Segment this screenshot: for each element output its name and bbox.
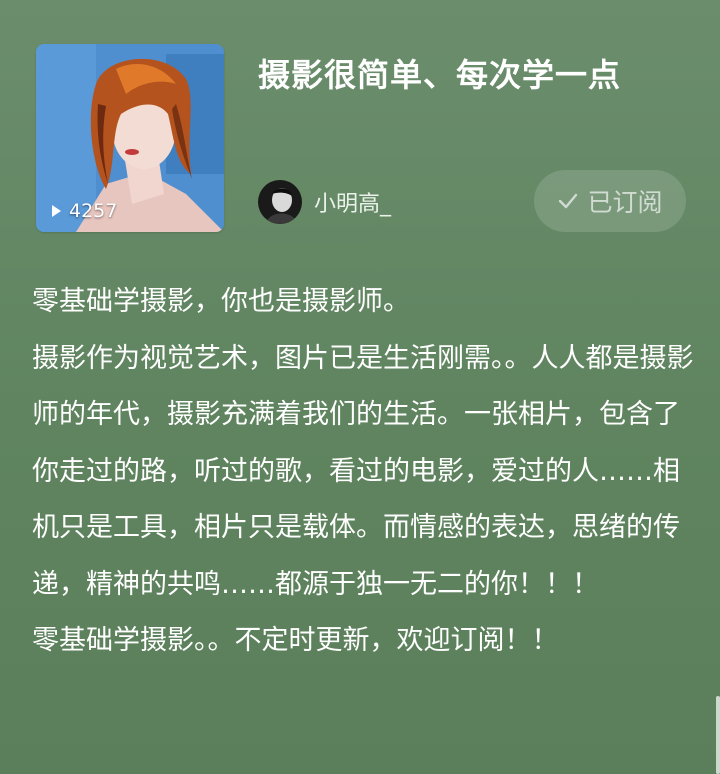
check-icon bbox=[559, 193, 578, 209]
subscribed-label: 已订阅 bbox=[587, 188, 663, 217]
scrollbar[interactable] bbox=[716, 696, 720, 774]
author-name[interactable]: 小明高_ bbox=[314, 186, 391, 218]
description-paragraph: 摄影作为视觉艺术，图片已是生活刚需。。人人都是摄影师的年代，摄影充满着我们的生活… bbox=[32, 342, 694, 600]
play-icon bbox=[52, 205, 61, 217]
subscribed-button[interactable]: 已订阅 bbox=[534, 170, 686, 232]
description-line: 零基础学摄影。。不定时更新，欢迎订阅！！ bbox=[32, 625, 559, 656]
description-line: 零基础学摄影，你也是摄影师。 bbox=[32, 286, 410, 317]
album-description: 零基础学摄影，你也是摄影师。 摄影作为视觉艺术，图片已是生活刚需。。人人都是摄影… bbox=[32, 274, 696, 670]
author-avatar[interactable] bbox=[258, 180, 302, 224]
play-count-value: 4257 bbox=[69, 200, 118, 222]
author-info[interactable]: 小明高_ bbox=[258, 180, 391, 224]
album-title: 摄影很简单、每次学一点 bbox=[258, 56, 622, 94]
album-cover[interactable]: 4257 bbox=[36, 44, 224, 232]
avatar-image bbox=[258, 180, 302, 224]
play-count: 4257 bbox=[52, 200, 117, 222]
